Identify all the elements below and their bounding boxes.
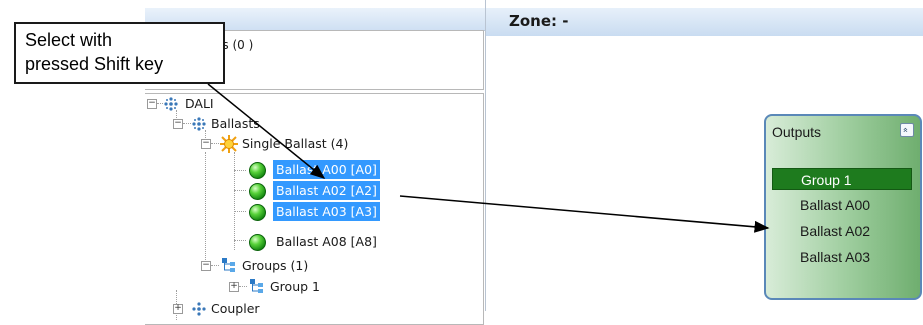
arrow-to-outputs xyxy=(399,195,770,233)
arrow-to-selection xyxy=(207,83,326,179)
annotation-arrows xyxy=(207,83,770,233)
